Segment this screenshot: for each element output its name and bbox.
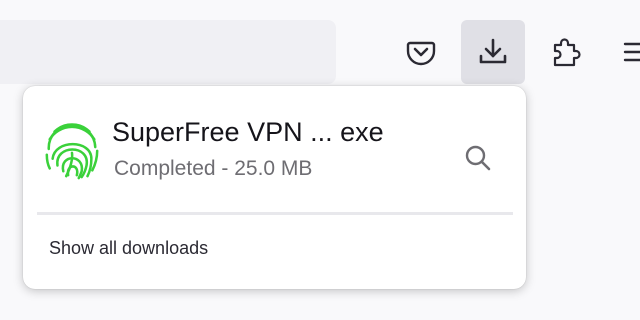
magnifier-icon [465, 145, 491, 171]
url-bar[interactable] [0, 20, 336, 84]
downloads-panel: SuperFree VPN ... exe Completed - 25.0 M… [23, 86, 526, 289]
menu-icon [623, 42, 640, 62]
pocket-icon [406, 41, 436, 66]
download-item[interactable]: SuperFree VPN ... exe Completed - 25.0 M… [37, 100, 512, 220]
pocket-button[interactable] [389, 20, 453, 84]
browser-toolbar [0, 0, 640, 100]
download-status: Completed - 25.0 MB [114, 157, 313, 180]
fingerprint-icon [45, 123, 99, 180]
extensions-icon [553, 38, 581, 67]
downloads-button[interactable] [461, 20, 525, 84]
extensions-button[interactable] [533, 20, 597, 84]
show-in-folder-button[interactable] [458, 138, 498, 178]
menu-button[interactable] [605, 20, 640, 84]
panel-divider [37, 212, 513, 215]
show-all-downloads-link[interactable]: Show all downloads [49, 238, 208, 259]
download-filename: SuperFree VPN ... exe [112, 117, 384, 147]
downloads-icon [479, 38, 507, 64]
